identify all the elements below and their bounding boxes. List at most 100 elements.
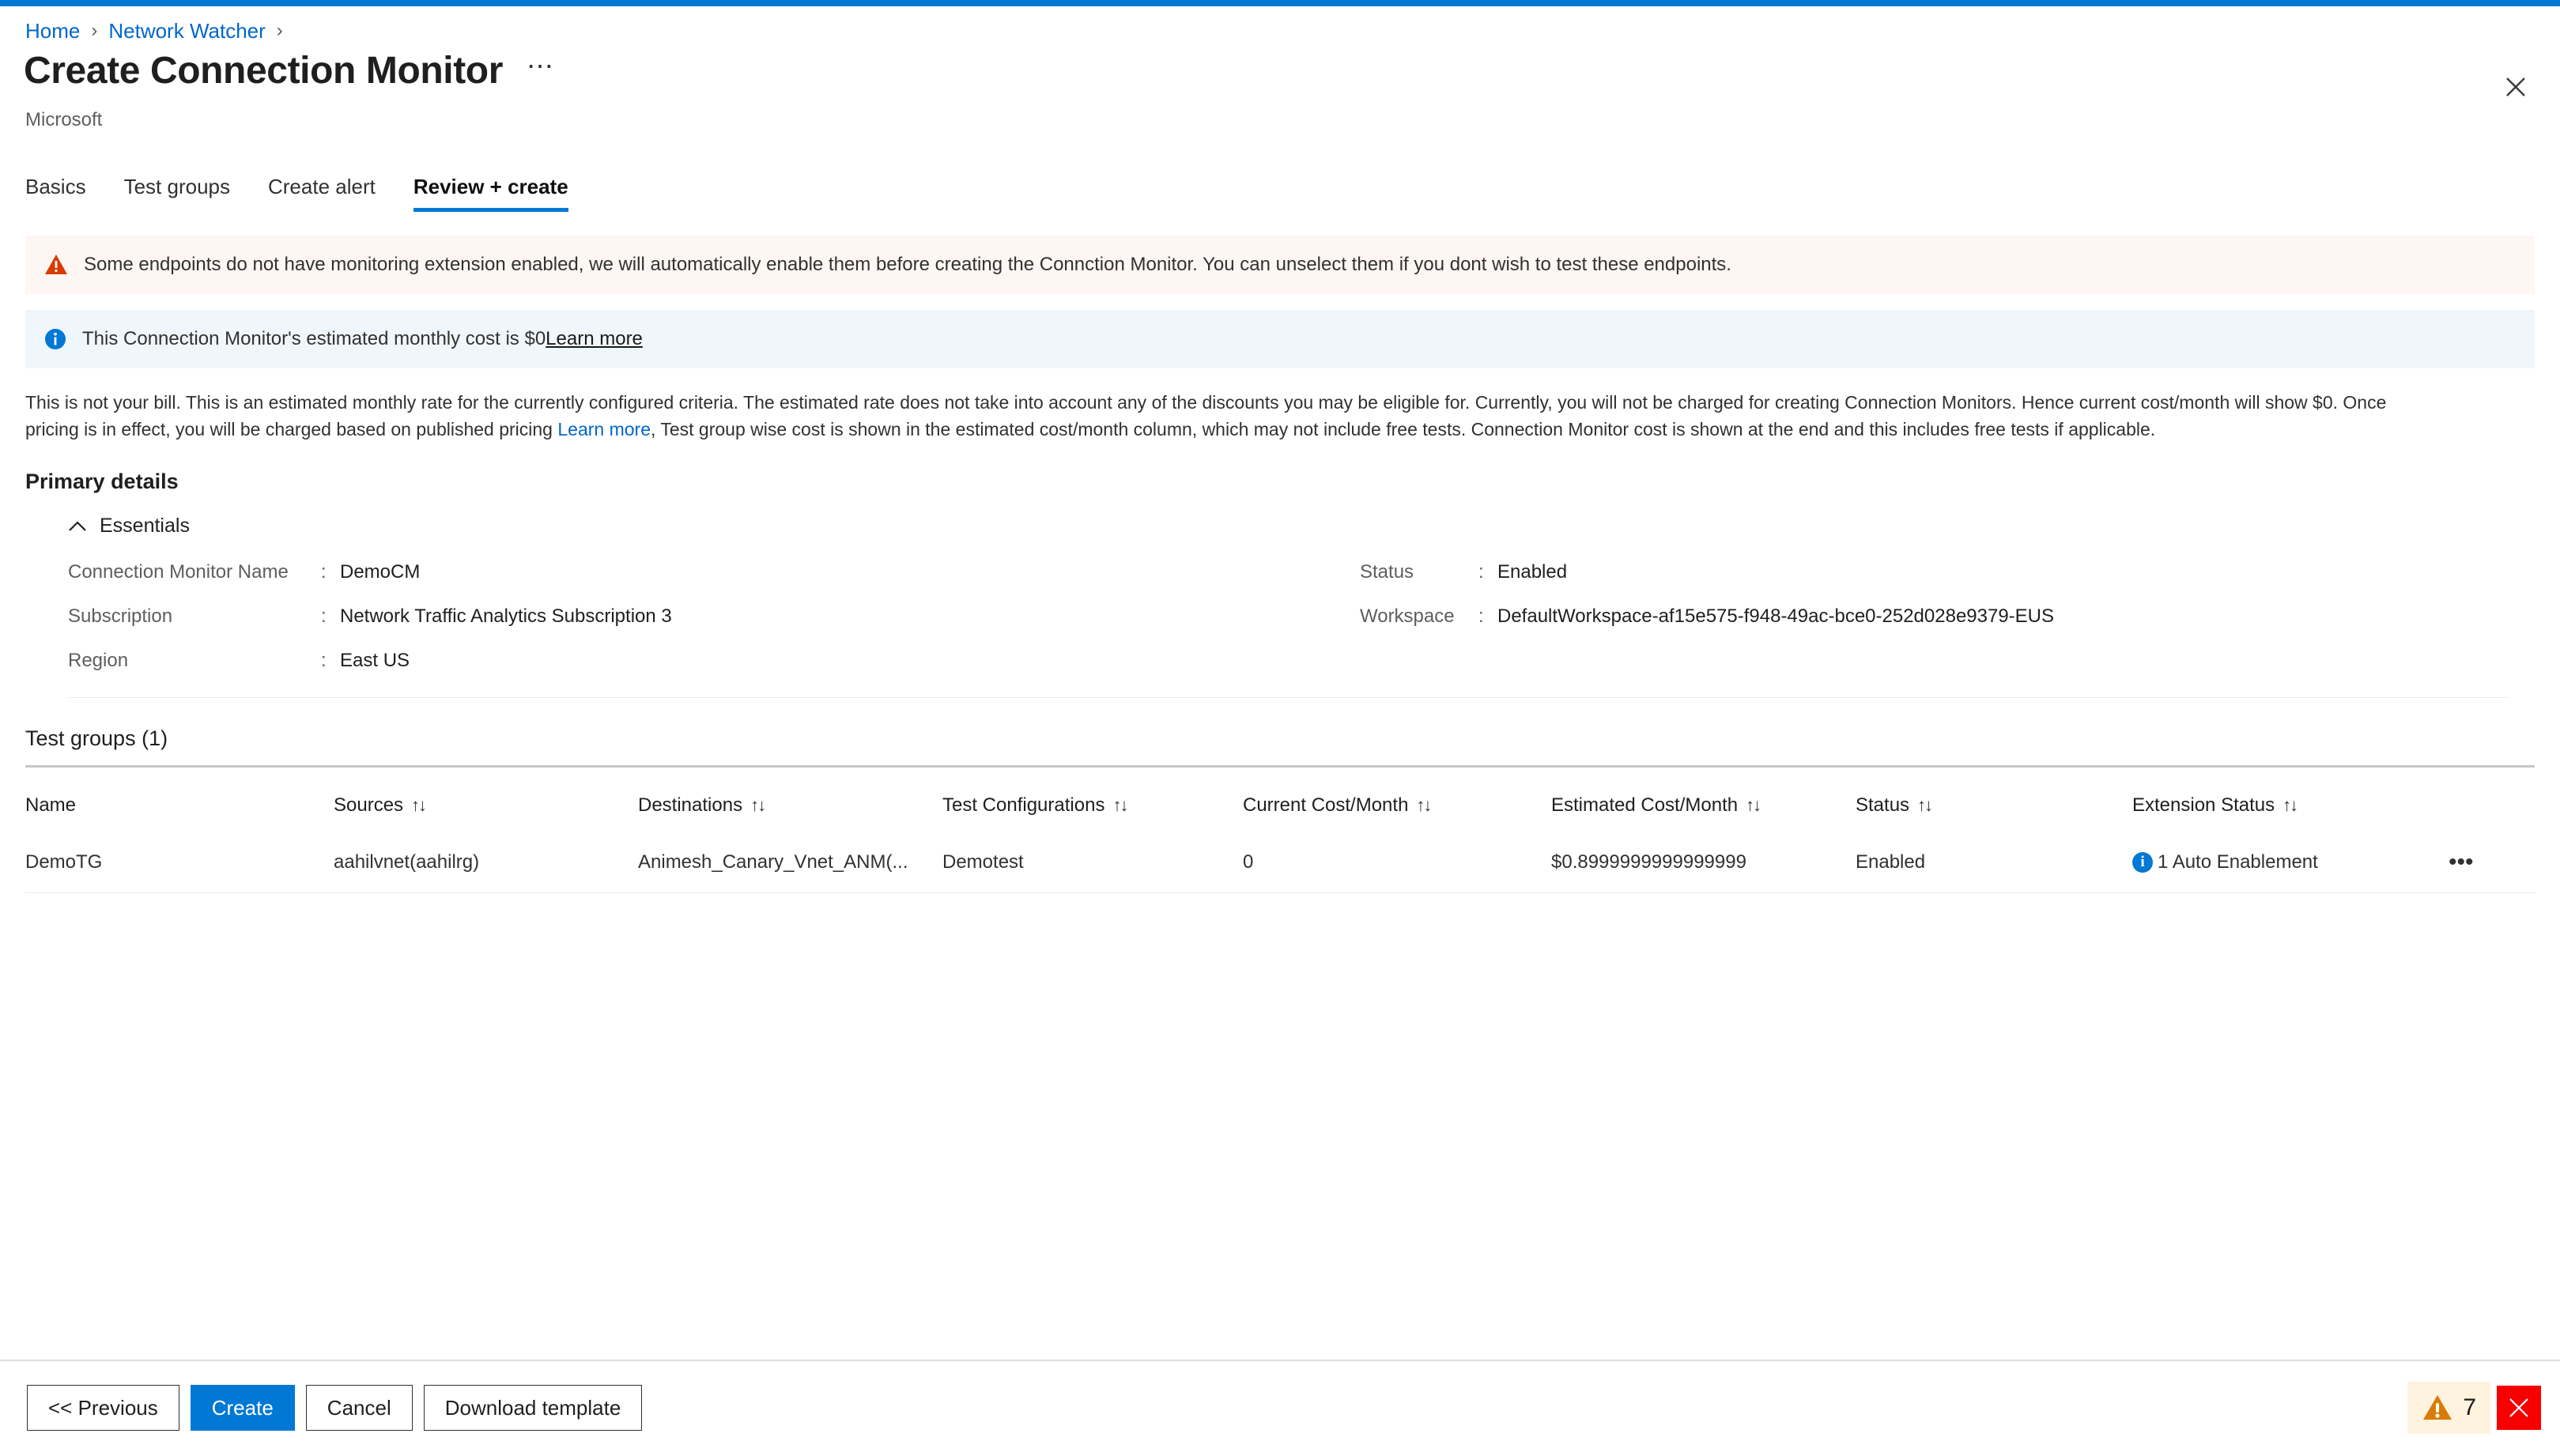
essentials-value-connection-monitor-name: DemoCM xyxy=(340,561,421,583)
essentials-label-workspace: Workspace xyxy=(1360,605,1455,627)
row-context-menu-button[interactable]: ••• xyxy=(2449,851,2535,874)
column-header-name-label: Name xyxy=(25,794,77,816)
sort-icon-extension-status[interactable]: ↑↓ xyxy=(2282,795,2298,815)
essentials-colon-1: : xyxy=(321,605,327,627)
column-header-estimated-cost[interactable]: Estimated Cost/Month ↑↓ xyxy=(1551,768,1856,834)
sort-icon-status[interactable]: ↑↓ xyxy=(1917,795,1933,815)
sort-icon-current-cost[interactable]: ↑↓ xyxy=(1416,795,1432,815)
page-subtitle: Microsoft xyxy=(25,109,103,130)
title-row: Create Connection Monitor ⋯ xyxy=(24,49,560,93)
create-button[interactable]: Create xyxy=(190,1385,295,1431)
info-circle-icon xyxy=(44,328,66,350)
primary-details-heading: Primary details xyxy=(25,470,179,493)
error-notification-badge[interactable] xyxy=(2497,1386,2541,1430)
table-header-row: Name Sources ↑↓ Destinations ↑↓ Test Confi… xyxy=(25,768,2535,834)
essentials-label-region: Region xyxy=(68,650,129,671)
essentials-value-workspace: DefaultWorkspace-af15e575-f948-49ac-bce0… xyxy=(1497,605,2055,627)
column-header-destinations-label: Destinations xyxy=(638,794,743,816)
top-accent-bar xyxy=(0,0,2560,6)
warning-notification-badge[interactable]: 7 xyxy=(2407,1382,2490,1434)
cost-learn-more-link[interactable]: Learn more xyxy=(546,328,643,349)
cell-name: DemoTG xyxy=(25,834,334,893)
warning-triangle-icon xyxy=(44,254,68,276)
column-header-actions xyxy=(2449,768,2535,834)
notification-indicators: 7 xyxy=(2407,1382,2541,1434)
breadcrumb-item-home[interactable]: Home xyxy=(25,19,80,43)
column-header-sources-label: Sources xyxy=(334,794,404,816)
tab-basics[interactable]: Basics xyxy=(25,168,105,212)
tab-review-create[interactable]: Review + create xyxy=(395,168,587,212)
blade-footer: << Previous Create Cancel Download templ… xyxy=(0,1360,2560,1456)
disclaimer-part-2: , Test group wise cost is shown in the e… xyxy=(651,419,2156,439)
cell-destinations: Animesh_Canary_Vnet_ANM(... xyxy=(638,834,942,893)
extension-status-text: 1 Auto Enablement xyxy=(2158,851,2318,873)
create-connection-monitor-blade: Home › Network Watcher › Create Connecti… xyxy=(0,0,2560,1456)
disclaimer-learn-more-link[interactable]: Learn more xyxy=(557,419,651,439)
cost-banner-label: This Connection Monitor's estimated mont… xyxy=(82,328,546,349)
essentials-label-subscription: Subscription xyxy=(68,605,173,627)
warning-triangle-icon xyxy=(2423,1395,2452,1420)
close-icon xyxy=(2506,77,2525,96)
breadcrumb-item-network-watcher[interactable]: Network Watcher xyxy=(108,19,265,43)
breadcrumb: Home › Network Watcher › xyxy=(25,19,294,43)
column-header-name[interactable]: Name xyxy=(25,768,334,834)
cell-estimated-cost: $0.8999999999999999 xyxy=(1551,834,1856,893)
column-header-extension-status-label: Extension Status xyxy=(2132,794,2275,816)
cost-info-banner: This Connection Monitor's estimated mont… xyxy=(25,310,2535,368)
essentials-toggle[interactable]: Essentials xyxy=(68,515,190,538)
essentials-colon-2: : xyxy=(321,650,327,671)
extension-warning-banner: Some endpoints do not have monitoring ex… xyxy=(25,236,2535,294)
sort-icon-sources[interactable]: ↑↓ xyxy=(411,795,427,815)
cancel-button[interactable]: Cancel xyxy=(305,1385,413,1431)
warning-banner-text: Some endpoints do not have monitoring ex… xyxy=(84,254,1731,275)
essentials-label: Essentials xyxy=(100,515,190,537)
warning-notification-count: 7 xyxy=(2463,1394,2476,1420)
page-title: Create Connection Monitor xyxy=(24,50,504,92)
tab-create-alert[interactable]: Create alert xyxy=(249,168,395,212)
blade-content: Some endpoints do not have monitoring ex… xyxy=(0,220,2560,893)
chevron-up-icon xyxy=(68,520,87,533)
sort-icon-estimated-cost[interactable]: ↑↓ xyxy=(1746,795,1761,815)
essentials-label-connection-monitor-name: Connection Monitor Name xyxy=(68,561,289,583)
essentials-colon-0: : xyxy=(321,561,327,583)
cell-status: Enabled xyxy=(1856,834,2132,893)
column-header-status[interactable]: Status ↑↓ xyxy=(1856,768,2132,834)
test-groups-table: Name Sources ↑↓ Destinations ↑↓ Test Confi… xyxy=(25,768,2535,893)
column-header-test-configurations[interactable]: Test Configurations ↑↓ xyxy=(942,768,1243,834)
essentials-colon-r1: : xyxy=(1478,605,1484,627)
billing-disclaimer: This is not your bill. This is an estima… xyxy=(25,389,2432,443)
cell-current-cost: 0 xyxy=(1243,834,1551,893)
column-header-status-label: Status xyxy=(1856,794,1910,816)
essentials-divider xyxy=(68,697,2509,698)
sort-icon-test-configurations[interactable]: ↑↓ xyxy=(1112,795,1128,815)
column-header-current-cost-label: Current Cost/Month xyxy=(1243,794,1409,816)
cell-test-configurations: Demotest xyxy=(942,834,1243,893)
test-groups-heading: Test groups (1) xyxy=(25,726,168,750)
table-row[interactable]: DemoTG aahilvnet(aahilrg) Animesh_Canary… xyxy=(25,834,2535,893)
column-header-sources[interactable]: Sources ↑↓ xyxy=(334,768,638,834)
cell-sources: aahilvnet(aahilrg) xyxy=(334,834,638,893)
column-header-test-configurations-label: Test Configurations xyxy=(942,794,1105,816)
tab-test-groups[interactable]: Test groups xyxy=(105,168,249,212)
cell-extension-status: i 1 Auto Enablement xyxy=(2132,834,2449,893)
column-header-estimated-cost-label: Estimated Cost/Month xyxy=(1551,794,1739,816)
essentials-colon-r0: : xyxy=(1478,561,1484,583)
download-template-button[interactable]: Download template xyxy=(423,1385,643,1431)
essentials-label-status: Status xyxy=(1360,561,1414,583)
column-header-current-cost[interactable]: Current Cost/Month ↑↓ xyxy=(1243,768,1551,834)
error-x-icon xyxy=(2509,1398,2528,1417)
info-circle-icon: i xyxy=(2132,852,2153,873)
more-options-button[interactable]: ⋯ xyxy=(520,53,560,89)
column-header-extension-status[interactable]: Extension Status ↑↓ xyxy=(2132,768,2449,834)
cost-banner-text: This Connection Monitor's estimated mont… xyxy=(82,327,643,351)
sort-icon-destinations[interactable]: ↑↓ xyxy=(750,795,766,815)
essentials-value-subscription: Network Traffic Analytics Subscription 3 xyxy=(340,605,672,627)
essentials-grid: Connection Monitor Name : DemoCM Status … xyxy=(68,561,2535,672)
previous-button[interactable]: << Previous xyxy=(27,1385,179,1431)
breadcrumb-separator-icon-2: › xyxy=(276,20,283,41)
cell-row-actions[interactable]: ••• xyxy=(2449,834,2535,893)
column-header-destinations[interactable]: Destinations ↑↓ xyxy=(638,768,942,834)
wizard-tabs: Basics Test groups Create alert Review +… xyxy=(25,168,587,212)
close-blade-button[interactable] xyxy=(2495,66,2536,108)
breadcrumb-separator-icon: › xyxy=(91,20,98,41)
